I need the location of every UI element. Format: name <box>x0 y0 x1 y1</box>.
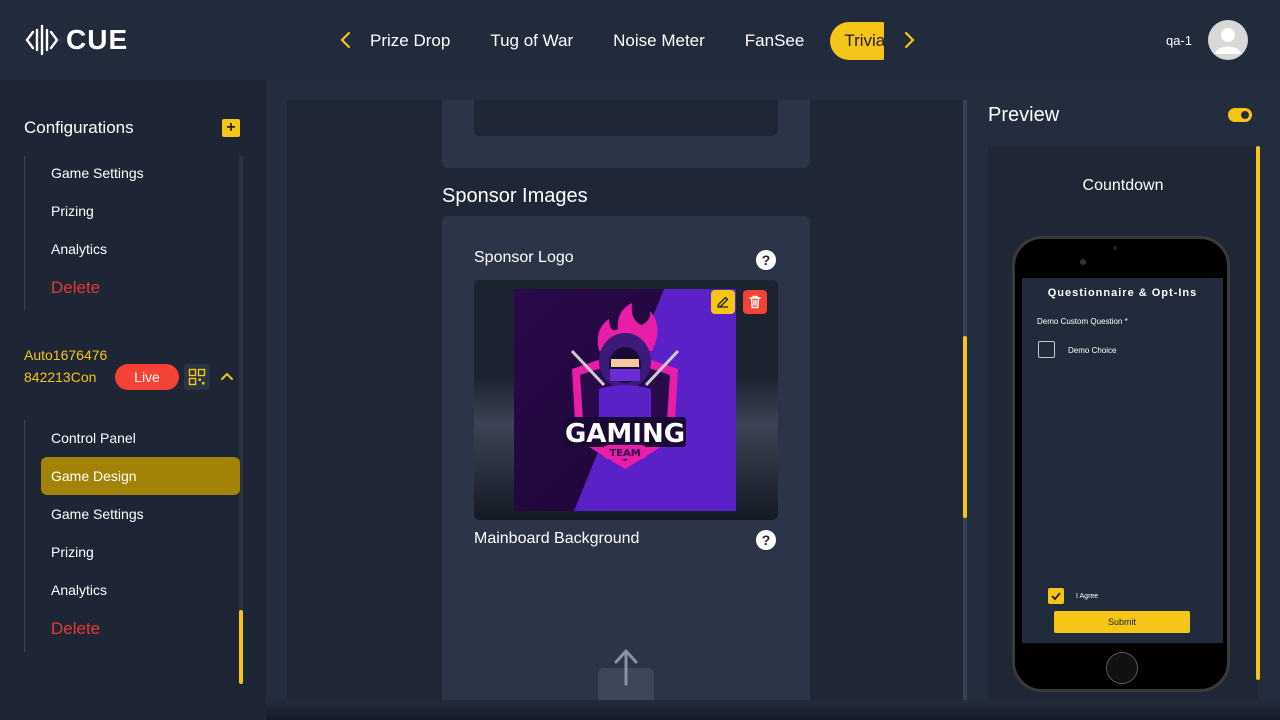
game-tabs: Prize Drop Tug of War Noise Meter FanSee… <box>364 22 884 60</box>
logo-image-subtext: TEAM <box>609 448 640 459</box>
tabs-next-icon[interactable] <box>897 28 921 52</box>
main-content: Sponsor Images Sponsor Logo ? GAMING TEA… <box>266 80 1280 720</box>
design-editor: Sponsor Images Sponsor Logo ? GAMING TEA… <box>287 100 966 710</box>
qr-code-button[interactable] <box>184 364 210 390</box>
preview-panel: Countdown Questionnaire & Opt-Ins Demo C… <box>988 146 1258 720</box>
sidebar-item-control-panel[interactable]: Control Panel <box>51 430 136 446</box>
config-group-2: Control Panel Game Design Game Settings … <box>24 420 240 652</box>
sponsor-logo-upload[interactable]: GAMING TEAM <box>474 280 778 520</box>
tab-trivia[interactable]: Trivia <box>830 22 884 60</box>
sidebar-item-analytics[interactable]: Analytics <box>51 582 107 598</box>
top-bar: CUE Prize Drop Tug of War Noise Meter Fa… <box>0 0 1280 80</box>
game-name[interactable]: Auto1676476842213Con <box>24 344 110 388</box>
sponsor-logo-label: Sponsor Logo <box>474 249 574 266</box>
preview-title: Preview <box>988 104 1060 126</box>
sidebar-item-game-settings[interactable]: Game Settings <box>51 165 144 181</box>
tab-fansee[interactable]: FanSee <box>725 22 825 60</box>
agree-checkbox[interactable] <box>1048 588 1064 604</box>
choice-label: Demo Choice <box>1068 346 1117 355</box>
tabs-prev-icon[interactable] <box>334 28 358 52</box>
submit-button[interactable]: Submit <box>1054 611 1190 633</box>
questionnaire-title: Questionnaire & Opt-Ins <box>1047 287 1198 299</box>
help-icon[interactable]: ? <box>756 530 776 550</box>
sponsor-images-card: Sponsor Logo ? GAMING TEAM Mainboard Bac… <box>442 216 810 710</box>
check-icon <box>1051 592 1061 601</box>
sidebar-item-prizing[interactable]: Prizing <box>51 544 94 560</box>
config-group-1: Game Settings Prizing Analytics Delete <box>24 156 144 310</box>
previous-card <box>442 100 810 168</box>
choice-checkbox[interactable] <box>1038 341 1055 358</box>
phone-camera <box>1080 259 1086 265</box>
delete-logo-button[interactable] <box>743 290 767 314</box>
logo-text: CUE <box>66 24 129 55</box>
live-status-badge: Live <box>115 364 179 390</box>
phone-home-button <box>1106 652 1138 684</box>
avatar[interactable] <box>1208 20 1248 60</box>
preview-toggle[interactable] <box>1228 108 1252 122</box>
sidebar-item-prizing[interactable]: Prizing <box>51 203 94 219</box>
sidebar-item-analytics[interactable]: Analytics <box>51 241 107 257</box>
agree-label: I Agree <box>1076 593 1099 600</box>
sidebar-item-game-settings[interactable]: Game Settings <box>51 506 144 522</box>
sidebar: Configurations + Game Settings Prizing A… <box>0 80 266 720</box>
user-icon <box>1215 28 1241 54</box>
bottom-edge <box>266 700 1280 720</box>
trash-icon <box>749 295 761 309</box>
add-configuration-button[interactable]: + <box>222 119 240 137</box>
previous-card-field[interactable] <box>474 100 778 136</box>
tab-prize-drop[interactable]: Prize Drop <box>364 22 470 60</box>
user-menu[interactable]: qa-1 <box>1166 20 1248 60</box>
section-title: Sponsor Images <box>442 185 588 207</box>
sidebar-item-delete[interactable]: Delete <box>51 619 100 639</box>
preview-pane: Preview Countdown Questionnaire & Opt-In… <box>966 80 1280 720</box>
collapse-chevron-icon[interactable] <box>218 366 236 386</box>
phone-speaker <box>1113 246 1117 250</box>
username: qa-1 <box>1165 32 1192 48</box>
qr-code-icon <box>188 368 206 386</box>
sidebar-item-delete[interactable]: Delete <box>51 278 100 298</box>
pencil-icon <box>717 296 729 308</box>
preview-screen-label: Countdown <box>1082 177 1164 194</box>
tab-tug-of-war[interactable]: Tug of War <box>470 22 593 60</box>
sidebar-scrollbar-track[interactable] <box>239 156 243 684</box>
sponsor-logo-image: GAMING TEAM <box>514 289 736 511</box>
sidebar-scrollbar-thumb[interactable] <box>239 610 243 684</box>
mainboard-background-label: Mainboard Background <box>474 530 640 547</box>
preview-scrollbar-thumb[interactable] <box>1256 146 1260 680</box>
waveform-icon <box>25 24 59 56</box>
sidebar-title: Configurations <box>24 118 134 137</box>
logo-image-text: GAMING <box>565 419 685 449</box>
edit-logo-button[interactable] <box>711 290 735 314</box>
phone-mockup: Questionnaire & Opt-Ins Demo Custom Ques… <box>1012 236 1230 692</box>
tab-noise-meter[interactable]: Noise Meter <box>593 22 725 60</box>
sidebar-item-game-design[interactable]: Game Design <box>41 457 240 495</box>
help-icon[interactable]: ? <box>756 250 776 270</box>
custom-question: Demo Custom Question * <box>1037 317 1128 326</box>
phone-screen: Questionnaire & Opt-Ins Demo Custom Ques… <box>1022 278 1223 643</box>
cue-logo[interactable]: CUE <box>24 20 128 60</box>
